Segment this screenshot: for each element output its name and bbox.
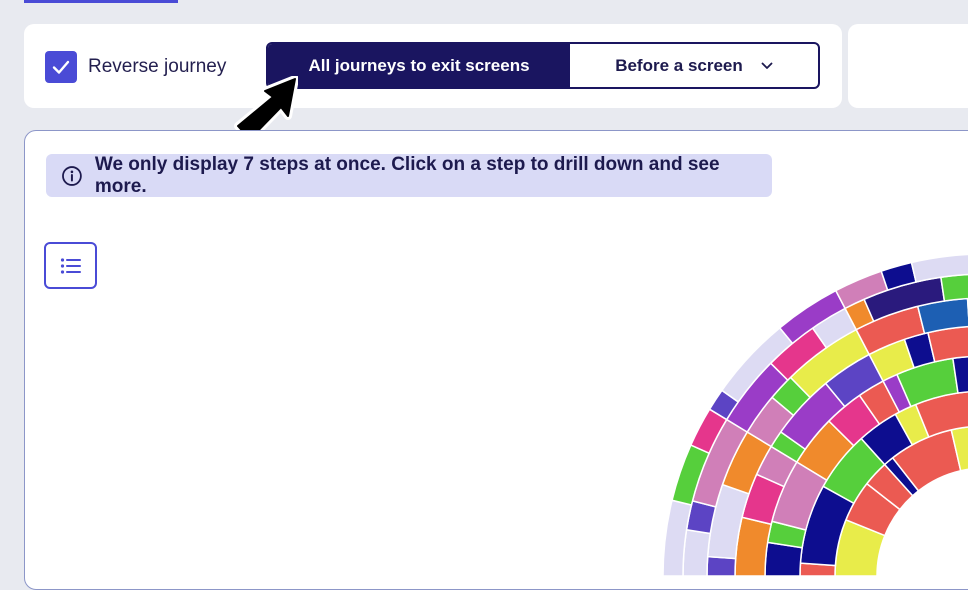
journey-sunburst-chart[interactable] [25,131,968,590]
journey-mode-segmented-control: All journeys to exit screens Before a sc… [266,42,820,89]
journey-chart-panel: We only display 7 steps at once. Click o… [24,130,968,590]
reverse-journey-checkbox[interactable] [45,51,77,83]
reverse-journey-toggle[interactable]: Reverse journey [45,51,226,83]
chevron-down-icon [761,62,773,70]
reverse-journey-label: Reverse journey [88,56,226,78]
all-journeys-label: All journeys to exit screens [308,56,529,76]
active-tab-indicator [24,0,178,3]
sunburst-segment[interactable] [941,274,968,301]
all-journeys-to-exit-screens-tab[interactable]: All journeys to exit screens [268,44,570,87]
before-a-screen-dropdown[interactable]: Before a screen [570,44,818,87]
toolbar-secondary-panel [848,24,968,108]
before-a-screen-label: Before a screen [615,56,743,76]
sunburst-segment[interactable] [683,530,710,576]
sunburst-segment[interactable] [707,557,736,576]
check-icon [51,57,71,77]
